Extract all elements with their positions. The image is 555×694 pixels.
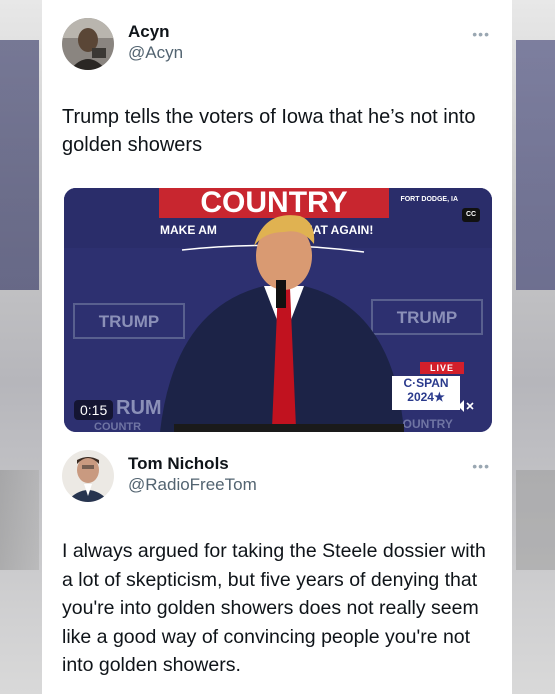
svg-text:COUNTRY: COUNTRY	[200, 188, 347, 219]
display-name[interactable]: Acyn	[128, 22, 183, 42]
live-badge: LIVE	[420, 362, 465, 374]
closed-captions-icon[interactable]: CC	[462, 208, 480, 222]
svg-text:TRUMP: TRUMP	[99, 312, 159, 331]
tweet-header: Tom Nichols @RadioFreeTom	[62, 450, 257, 502]
tweet-card: Acyn @Acyn ••• Trump tells the voters of…	[42, 0, 512, 694]
video-duration: 0:15	[74, 400, 114, 420]
location-label: FORT DODGE, IA	[400, 196, 458, 203]
tweet-text: I always argued for taking the Steele do…	[62, 540, 486, 676]
video-player[interactable]: COUNTRY MAKE AM REAT AGAIN! TRUMP TRUMP …	[64, 188, 492, 432]
svg-text:COUNTR: COUNTR	[94, 421, 141, 432]
display-name[interactable]: Tom Nichols	[128, 454, 257, 474]
user-handle[interactable]: @RadioFreeTom	[128, 474, 257, 496]
network-line1: C·SPAN	[403, 376, 449, 390]
user-handle[interactable]: @Acyn	[128, 42, 183, 64]
tweet-text: Trump tells the voters of Iowa that he’s…	[62, 106, 476, 156]
avatar[interactable]	[62, 18, 114, 70]
cspan-logo: C·SPAN 2024★	[392, 376, 460, 410]
avatar[interactable]	[62, 450, 114, 502]
svg-text:TRUMP: TRUMP	[397, 308, 457, 327]
more-options-icon[interactable]: •••	[472, 458, 490, 474]
network-line2: 2024★	[407, 390, 445, 404]
volume-muted-icon[interactable]	[456, 399, 474, 418]
tweet-header: Acyn @Acyn	[62, 18, 183, 70]
more-options-icon[interactable]: •••	[472, 26, 490, 42]
svg-text:RUM: RUM	[116, 397, 162, 419]
svg-text:MAKE AM: MAKE AM	[160, 223, 217, 237]
